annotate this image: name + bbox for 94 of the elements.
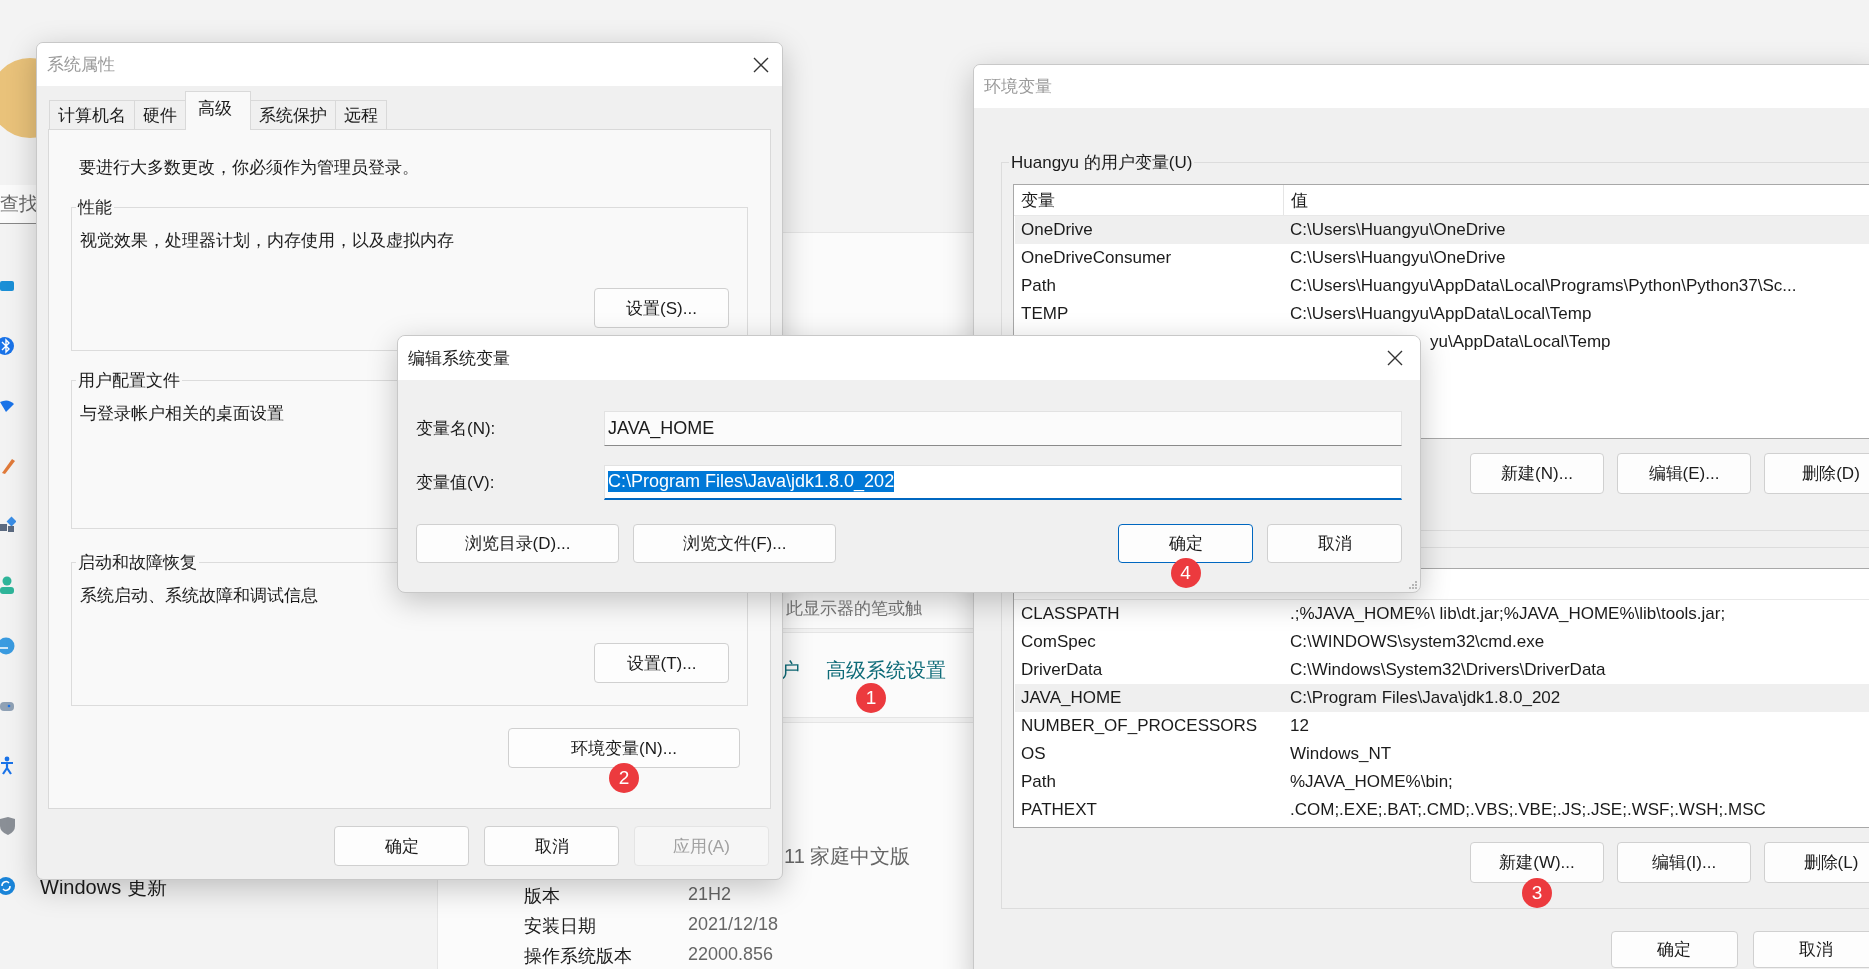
table-cell-text: .COM;.EXE;.BAT;.CMD;.VBS;.VBE;.JS;.JSE;.WSF;.WSH;.MSC (1289, 800, 1766, 820)
table-action-button[interactable]: 编辑(I)... (1617, 842, 1751, 883)
table-cell-text: %JAVA_HOME%\bin; (1289, 772, 1453, 792)
group-title: Huangyu 的用户变量(U) (1010, 152, 1194, 174)
table-action-button[interactable]: 删除(D) (1764, 453, 1869, 494)
table-row[interactable]: OneDriveConsumer C:\Users\Huangyu\OneDrive (1015, 244, 1869, 272)
table-row[interactable]: DriverData C:\Windows\System32\Drivers\DriverData (1015, 656, 1869, 684)
dialog-button[interactable]: 确定 (1611, 931, 1738, 968)
spec-value: 22000.856 (688, 944, 775, 966)
table-cell-text: C:\Windows\System32\Drivers\DriverData (1289, 660, 1606, 680)
table-row[interactable]: ComSpec C:\WINDOWS\system32\cmd.exe (1015, 628, 1869, 656)
edition-text: 11 家庭中文版 (784, 844, 911, 869)
dialog-button[interactable]: 取消 (1267, 524, 1402, 563)
table-row[interactable]: OneDrive C:\Users\Huangyu\OneDrive (1015, 216, 1869, 244)
table-cell-text: NUMBER_OF_PROCESSORS (1020, 716, 1259, 736)
browse-button[interactable]: 浏览文件(F)... (633, 524, 836, 563)
table-cell-text: ComSpec (1020, 632, 1097, 652)
table-cell-text: OneDriveConsumer (1020, 248, 1173, 268)
table-cell-text: OS (1020, 744, 1047, 764)
accessibility-icon (0, 756, 16, 776)
table-row[interactable]: PATHEXT .COM;.EXE;.BAT;.CMD;.VBS;.VBE;.JS;.JSE;.WSF;.WSH;.MSC (1015, 796, 1869, 824)
step-badge: 2 (609, 763, 639, 793)
table-cell-text: Windows_NT (1289, 744, 1392, 764)
resize-grip-icon (1409, 581, 1417, 589)
tab[interactable]: 计算机名 (49, 100, 135, 129)
settings-button[interactable]: 设置(S)... (594, 288, 729, 328)
table-cell-text: .;%JAVA_HOME%\ lib\dt.jar;%JAVA_HOME%\lib\tools.jar; (1289, 604, 1726, 624)
window-title: 系统属性 (47, 54, 115, 76)
related-link[interactable]: 户 (780, 657, 800, 684)
person-icon (0, 576, 16, 596)
field-label: 变量值(V): (416, 471, 496, 494)
table-action-button[interactable]: 删除(L) (1764, 842, 1869, 883)
table-row[interactable]: CLASSPATH .;%JAVA_HOME%\ lib\dt.jar;%JAVA_HOME%\lib\tools.jar; (1015, 600, 1869, 628)
table-cell-text: Path (1020, 276, 1057, 296)
table-cell-text: Path (1020, 772, 1057, 792)
dialog-button[interactable]: 确定 (1118, 524, 1253, 563)
table-row[interactable]: NUMBER_OF_PROCESSORS 12 (1015, 712, 1869, 740)
settings-button[interactable]: 设置(T)... (594, 643, 729, 683)
spec-label: 安装日期 (524, 915, 597, 938)
table-cell-text: C:\WINDOWS\system32\cmd.exe (1289, 632, 1545, 652)
dialog-button[interactable]: 取消 (1752, 931, 1869, 968)
column-header: 变量 (1014, 185, 1284, 215)
close-icon (1386, 349, 1404, 367)
tab[interactable]: 高级 (185, 91, 251, 130)
table-cell-text: C:\Users\Huangyu\OneDrive (1289, 220, 1506, 240)
tab[interactable]: 远程 (335, 100, 387, 129)
table-cell-text: C:\Users\Huangyu\OneDrive (1289, 248, 1506, 268)
browse-button[interactable]: 浏览目录(D)... (416, 524, 619, 563)
environment-variables-button[interactable]: 环境变量(N)... (508, 728, 740, 768)
close-icon (752, 55, 770, 74)
table-cell-text: CLASSPATH (1020, 604, 1121, 624)
window-title: 环境变量 (984, 76, 1052, 98)
table-action-button[interactable]: 编辑(E)... (1617, 453, 1751, 494)
group-description: 视觉效果，处理器计划，内存使用，以及虚拟内存 (80, 230, 455, 252)
spec-value: 21H2 (688, 884, 733, 906)
setting-description: 此显示器的笔或触 (786, 598, 922, 620)
table-cell-text: OneDrive (1020, 220, 1094, 240)
table-row[interactable]: JAVA_HOME C:\Program Files\Java\jdk1.8.0_202 (1015, 684, 1869, 712)
field-label: 变量名(N): (416, 417, 497, 440)
step-badge: 3 (1522, 878, 1552, 908)
column-header: 值 (1290, 189, 1308, 212)
step-badge: 4 (1170, 558, 1201, 588)
table-cell-text: C:\Users\Huangyu\AppData\Local\Temp (1289, 304, 1592, 324)
input-field[interactable]: C:\Program Files\Java\jdk1.8.0_202 (604, 464, 1402, 500)
group-title: 启动和故障恢复 (77, 552, 198, 574)
table-cell-text: JAVA_HOME (1020, 688, 1123, 708)
dialog-button[interactable]: 确定 (334, 826, 469, 866)
table-action-button[interactable]: 新建(N)... (1470, 453, 1604, 494)
input-field[interactable]: JAVA_HOME (604, 410, 1402, 446)
shield-icon (0, 816, 16, 836)
table-cell-text: C:\Program Files\Java\jdk1.8.0_202 (1289, 688, 1561, 708)
group-title: 性能 (76, 197, 113, 219)
table-row[interactable]: Path %JAVA_HOME%\bin; (1015, 768, 1869, 796)
table-cell-text: TEMP (1020, 304, 1070, 324)
table-action-button[interactable]: 新建(W)... (1470, 842, 1604, 883)
table-cell-text: 12 (1289, 716, 1309, 736)
table-cell-text: DriverData (1020, 660, 1104, 680)
table-cell-text: PATHEXT (1020, 800, 1098, 820)
table-cell-text: C:\Users\Huangyu\AppData\Local\Programs\Python\Python37\Sc... (1289, 276, 1797, 296)
info-text: 要进行大多数更改，你必须作为管理员登录。 (78, 157, 420, 179)
group-description: 系统启动、系统故障和调试信息 (80, 585, 319, 607)
dialog-button[interactable]: 取消 (484, 826, 619, 866)
table-row[interactable]: OS Windows_NT (1015, 740, 1869, 768)
table-row[interactable]: TEMP C:\Users\Huangyu\AppData\Local\Temp (1015, 300, 1869, 328)
spec-label: 版本 (524, 885, 561, 908)
brush-icon (0, 456, 16, 476)
table-cell-text: yu\AppData\Local\Temp (1429, 332, 1611, 352)
group-description: 与登录帐户相关的桌面设置 (80, 403, 285, 425)
table-row[interactable]: Path C:\Users\Huangyu\AppData\Local\Programs\Python\Python37\Sc... (1015, 272, 1869, 300)
window-title: 编辑系统变量 (408, 347, 510, 370)
group-title: 用户配置文件 (77, 370, 181, 392)
advanced-settings-link[interactable]: 高级系统设置 (826, 657, 946, 684)
spec-value: 2021/12/18 (688, 914, 779, 936)
spec-label: 操作系统版本 (524, 945, 633, 968)
